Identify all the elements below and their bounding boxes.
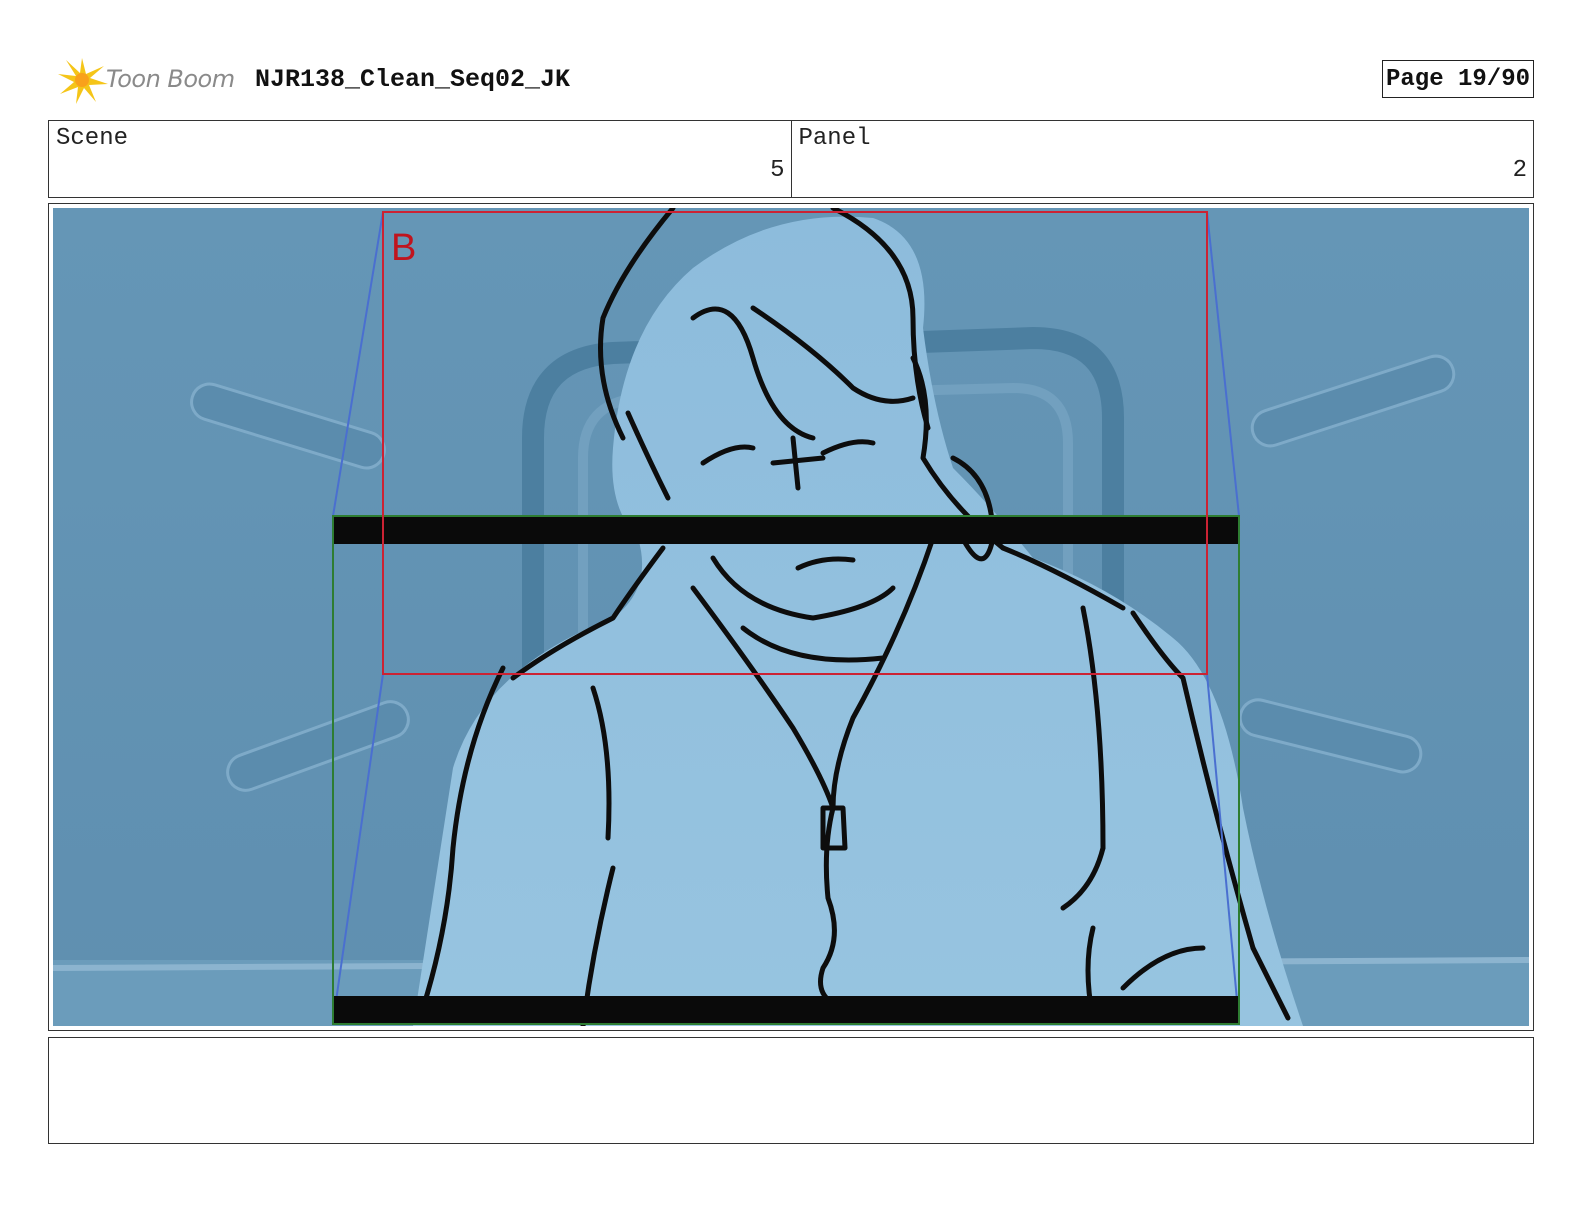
burst-icon — [58, 58, 108, 104]
scene-label: Scene — [56, 125, 129, 152]
scene-panel-info: Scene 5 Panel 2 — [48, 120, 1534, 198]
brand-name: Toon Boom — [106, 65, 235, 93]
notes-box — [48, 1037, 1534, 1144]
scene-number: 5 — [770, 157, 785, 184]
letterbox-top — [333, 516, 1239, 544]
scene-cell: Scene 5 — [49, 121, 791, 197]
toon-boom-logo: Toon Boom — [52, 55, 242, 105]
page-number: Page 19/90 — [1382, 60, 1534, 98]
storyboard-panel: B — [48, 203, 1534, 1031]
panel-cell: Panel 2 — [790, 121, 1534, 197]
letterbox-bottom — [333, 996, 1239, 1024]
frame-marker: B — [391, 227, 416, 269]
panel-label: Panel — [798, 125, 871, 152]
panel-artwork: B — [53, 208, 1529, 1026]
page-header: Toon Boom NJR138_Clean_Seq02_JK Page 19/… — [50, 55, 1534, 105]
panel-drawing: B — [53, 208, 1529, 1026]
document-title: NJR138_Clean_Seq02_JK — [255, 65, 571, 94]
panel-number: 2 — [1512, 157, 1527, 184]
